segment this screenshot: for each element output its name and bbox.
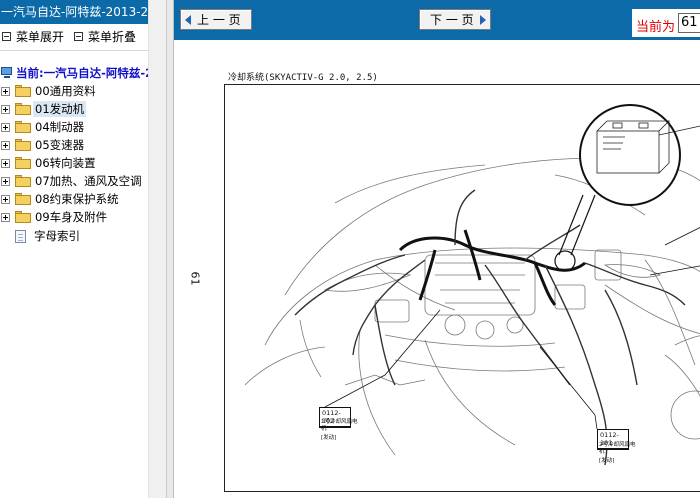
folder-icon	[15, 211, 31, 223]
folder-icon	[15, 193, 31, 205]
tree-item-label: 04制动器	[35, 120, 85, 134]
collapse-box-icon	[2, 32, 11, 41]
next-page-button[interactable]: 下 一 页	[419, 9, 491, 30]
page-number-input[interactable]: 61	[678, 13, 700, 33]
folder-icon	[15, 175, 31, 187]
expand-plus-icon[interactable]	[1, 86, 10, 96]
panel-splitter[interactable]	[166, 0, 174, 498]
tree-item-06[interactable]: 06转向装置	[0, 154, 96, 172]
tree-item-label: 00通用资料	[35, 84, 96, 98]
tree-item-label: 01发动机	[33, 101, 87, 117]
computer-icon	[0, 66, 14, 80]
callout-desc-line: 2号冷却风扇电机	[599, 442, 636, 455]
collapse-box-icon	[74, 32, 83, 41]
tree-item-07[interactable]: 07加热、通风及空调（	[0, 172, 153, 190]
arrow-right-icon	[479, 14, 486, 25]
expand-plus-icon[interactable]	[1, 158, 10, 168]
folder-icon	[15, 85, 31, 97]
tree-item-label: 06转向装置	[35, 156, 96, 170]
next-page-label: 下 一 页	[430, 13, 474, 27]
callout-desc-line: [发动]	[321, 435, 337, 441]
expand-plus-icon[interactable]	[1, 140, 10, 150]
tree-item-08[interactable]: 08约束保护系统	[0, 190, 119, 208]
tree-item-label: 05变速器	[35, 138, 85, 152]
tree-item-label: 09车身及附件	[35, 210, 108, 224]
callout-desc-line: [发动]	[599, 458, 615, 464]
tree-item-label: 08约束保护系统	[35, 192, 119, 206]
wiring-diagram-frame: 0112-102 1号冷却风扇电机 [发动] 0112-101 2号冷却风扇电机…	[224, 84, 700, 492]
prev-page-label: 上 一 页	[197, 13, 241, 27]
tree-item-label: 07加热、通风及空调（	[35, 174, 154, 188]
expand-plus-icon[interactable]	[1, 122, 10, 132]
tree-item-label: 字母索引	[34, 229, 80, 243]
tree-item-01[interactable]: 01发动机	[0, 100, 87, 118]
folder-icon	[15, 139, 31, 151]
prev-page-button[interactable]: 上 一 页	[180, 9, 252, 30]
current-page-label: 当前为	[636, 20, 676, 35]
tree-root-label: 当前:一汽马自达-阿特兹-2013	[16, 66, 166, 80]
callout-desc-line: 1号冷却风扇电机	[321, 419, 358, 432]
expand-plus-icon[interactable]	[1, 176, 10, 186]
folder-icon	[15, 121, 31, 133]
panel-title: 一汽马自达-阿特兹-2013-2014-	[0, 0, 166, 24]
tree-root[interactable]: 当前:一汽马自达-阿特兹-2013	[0, 64, 166, 82]
tree-item-05[interactable]: 05变速器	[0, 136, 84, 154]
tree-item-04[interactable]: 04制动器	[0, 118, 84, 136]
callout-description: 2号冷却风扇电机 [发动]	[597, 441, 641, 466]
folder-icon	[15, 103, 31, 115]
tree-item-index[interactable]: 字母索引	[0, 227, 80, 245]
callout-description: 1号冷却风扇电机 [发动]	[319, 418, 361, 443]
folder-icon	[15, 157, 31, 169]
document-icon	[15, 229, 26, 243]
document-title: 冷却系统(SKYACTIV-G 2.0, 2.5)	[228, 73, 378, 83]
vertical-scrollbar[interactable]	[148, 0, 166, 498]
navigation-panel: 一汽马自达-阿特兹-2013-2014- 菜单展开 菜单折叠 当前:一汽马自达-…	[0, 0, 166, 498]
expand-menu-button[interactable]: 菜单展开	[2, 28, 64, 45]
expand-menu-label: 菜单展开	[16, 30, 65, 44]
expand-plus-icon[interactable]	[1, 104, 10, 114]
collapse-menu-label: 菜单折叠	[88, 30, 137, 44]
expand-plus-icon[interactable]	[1, 212, 10, 222]
tree-item-09[interactable]: 09车身及附件	[0, 208, 107, 226]
page-number: 61	[188, 271, 202, 286]
divider	[0, 50, 166, 51]
collapse-menu-button[interactable]: 菜单折叠	[74, 28, 136, 45]
arrow-left-icon	[185, 14, 191, 25]
expand-plus-icon[interactable]	[1, 194, 10, 204]
tree-item-00[interactable]: 00通用资料	[0, 82, 96, 100]
